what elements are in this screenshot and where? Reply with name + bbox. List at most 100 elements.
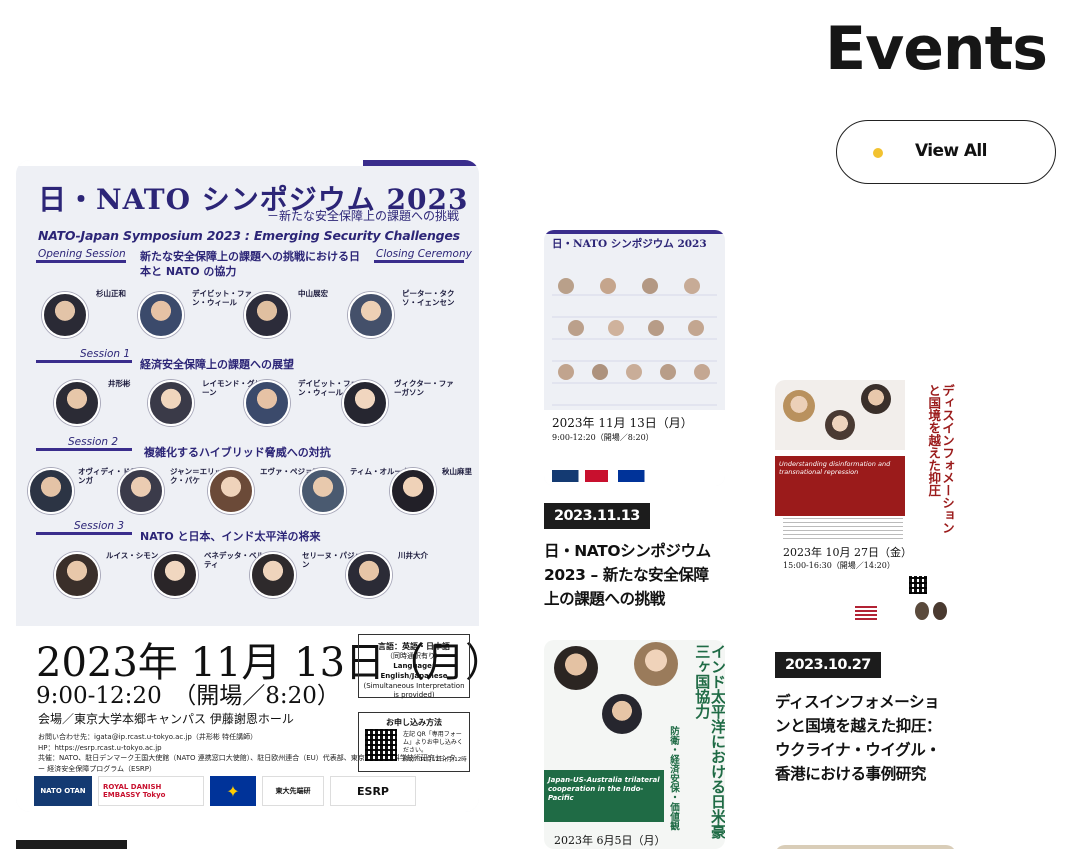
event-poster-indo-pacific[interactable]: インド太平洋における日米豪三ヶ国協力 防衛・経済安保・価値観 Japan-US-… [544, 640, 725, 849]
view-all-button[interactable]: View All [836, 120, 1056, 184]
speaker-photo [54, 380, 100, 426]
event-date-badge: 2023.11.13 [544, 503, 650, 529]
speaker-photo [558, 278, 574, 294]
speaker-name: 秋山麻里 [442, 467, 472, 476]
event-poster-partial[interactable] [775, 845, 956, 849]
event-title-line: 香港における事例研究 [775, 765, 927, 783]
poster-vertical-title: ディスインフォメーションと国境を越えた抑圧 [909, 380, 956, 540]
session-2-title: 複雑化するハイブリッド脅威への対抗 [144, 446, 331, 459]
session-1-label: Session 1 [80, 348, 131, 360]
session-3-label: Session 3 [74, 520, 125, 532]
speaker-photo [250, 552, 296, 598]
language-sub: （同時通訳有り） [386, 652, 442, 661]
speaker-photo [602, 694, 642, 734]
bullet-dot-icon [873, 148, 883, 158]
speaker-photo [608, 320, 624, 336]
speaker-photo [346, 552, 392, 598]
date-badge-partial [16, 840, 127, 849]
view-all-label: View All [915, 141, 987, 161]
speaker-photo [28, 468, 74, 514]
sponsor-logos: NATO OTAN ROYAL DANISH EMBASSY Tokyo ✦ 東… [34, 776, 416, 806]
language-box: 言語：英語・日本語 （同時通訳有り） Language: English/Jap… [358, 634, 470, 699]
poster-red-band: Understanding disinformation and transna… [775, 456, 905, 516]
speaker-photo [634, 642, 678, 686]
speaker-photo [148, 380, 194, 426]
apply-title: お申し込み方法 [386, 718, 442, 727]
event-title-line: ウクライナ・ウイグル・ [775, 741, 941, 759]
qr-code-icon [909, 576, 927, 594]
speaker-name: 中山展宏 [298, 289, 328, 298]
poster-time: 9:00-12:20（開場／8:20） [552, 433, 654, 442]
event-poster-disinformation[interactable]: Understanding disinformation and transna… [775, 380, 956, 630]
event-date-badge: 2023.10.27 [775, 652, 881, 678]
session-3-title: NATO と日本、インド太平洋の将来 [140, 530, 321, 543]
speaker-name: 川井大介 [398, 551, 428, 560]
poster-green-band: Japan-US-Australia trilateral cooperatio… [544, 770, 664, 822]
event-title-link[interactable]: 日・NATOシンポジウム 2023 – 新たな安全保障 上の課題への挑戦 [544, 539, 734, 611]
speaker-photo [42, 292, 88, 338]
apply-deadline: 締切：11月12日(月)12時 [403, 757, 467, 763]
speaker-photo [54, 552, 100, 598]
closing-ceremony-label: Closing Ceremony [376, 248, 472, 260]
us-flag-icon [855, 606, 877, 620]
eu-flag-icon: ✦ [210, 776, 256, 806]
opening-session-label: Opening Session [38, 248, 126, 260]
poster-subtitle-ja: －新たな安全保障上の課題への挑戦 [266, 209, 459, 223]
poster-time: 9:00-12:20 （開場／8:20） [36, 683, 340, 709]
poster-body-text [783, 518, 903, 542]
speaker-photo [660, 364, 676, 380]
speaker-name: ヴィクター・ファーガソン [394, 379, 454, 397]
speaker-photo [568, 320, 584, 336]
speaker-photo [342, 380, 388, 426]
event-poster-nato-2023[interactable]: 日・NATO シンポジウム 2023 2023年 11月 13日（月） 9:00… [544, 230, 725, 486]
speaker-photo [152, 552, 198, 598]
language-title: 言語：英語・日本語 [378, 642, 450, 651]
speaker-photo [554, 646, 598, 690]
poster-sub-title: 防衛・経済安保・価値観 [668, 726, 679, 831]
event-title-line: 日・NATOシンポジウム [544, 542, 711, 560]
page-title: Events [825, 14, 1048, 84]
speaker-photo [244, 292, 290, 338]
speaker-photo [592, 364, 608, 380]
speaker-photo [138, 292, 184, 338]
speaker-photo [348, 292, 394, 338]
speaker-photo [118, 468, 164, 514]
language-en: Language: English/Japanese [380, 661, 448, 680]
speaker-photo [825, 410, 855, 440]
speaker-photo [783, 390, 815, 422]
poster-date: 2023年 10月 27日（金） [783, 546, 912, 559]
opening-session-title: 新たな安全保障上の課題への挑戦における日本と NATO の協力 [140, 250, 360, 278]
event-title-line: 2023 – 新たな安全保障 [544, 566, 709, 584]
poster-title: 日・NATO シンポジウム 2023 [552, 238, 707, 250]
event-title-link[interactable]: ディスインフォメーショ ンと国境を越えた抑圧： ウクライナ・ウイグル・ 香港にお… [775, 690, 975, 786]
poster-venue: 会場／東京大学本郷キャンパス 伊藤謝恩ホール [38, 712, 294, 726]
event-title-line: ディスインフォメーショ [775, 693, 940, 711]
speaker-photo [861, 384, 891, 414]
speaker-photo [642, 278, 658, 294]
session-2-label: Session 2 [68, 436, 119, 448]
session-divider [36, 260, 126, 263]
danish-embassy-logo: ROYAL DANISH EMBASSY Tokyo [98, 776, 204, 806]
speaker-photo [600, 278, 616, 294]
speaker-photo [244, 380, 290, 426]
poster-time: 15:00-16:30（開場／14:20） [783, 561, 895, 570]
poster-header-stripe [16, 160, 479, 166]
session-divider [374, 260, 464, 263]
poster-en-title: Understanding disinformation and transna… [779, 460, 891, 477]
poster-date: 2023年 11月 13日（月） [552, 416, 693, 430]
speaker-photo [208, 468, 254, 514]
poster-vertical-title: インド太平洋における日米豪三ヶ国協力 [693, 644, 725, 839]
esrp-logo: ESRP [330, 776, 416, 806]
poster-date: 2023年 6月5日（月） [554, 834, 666, 847]
speaker-photo [390, 468, 436, 514]
event-title-line: 上の課題への挑戦 [544, 590, 665, 608]
session-divider [36, 448, 132, 451]
speaker-photo [915, 602, 929, 620]
session-divider [36, 360, 132, 363]
poster-header-stripe [544, 230, 725, 234]
speaker-photo [684, 278, 700, 294]
speaker-photo [688, 320, 704, 336]
featured-event-poster[interactable]: 日・NATO シンポジウム 2023 －新たな安全保障上の課題への挑戦 NATO… [16, 160, 479, 812]
speaker-name: ピーター・タクソ・イェンセン [402, 289, 455, 307]
nato-logo: NATO OTAN [34, 776, 92, 806]
